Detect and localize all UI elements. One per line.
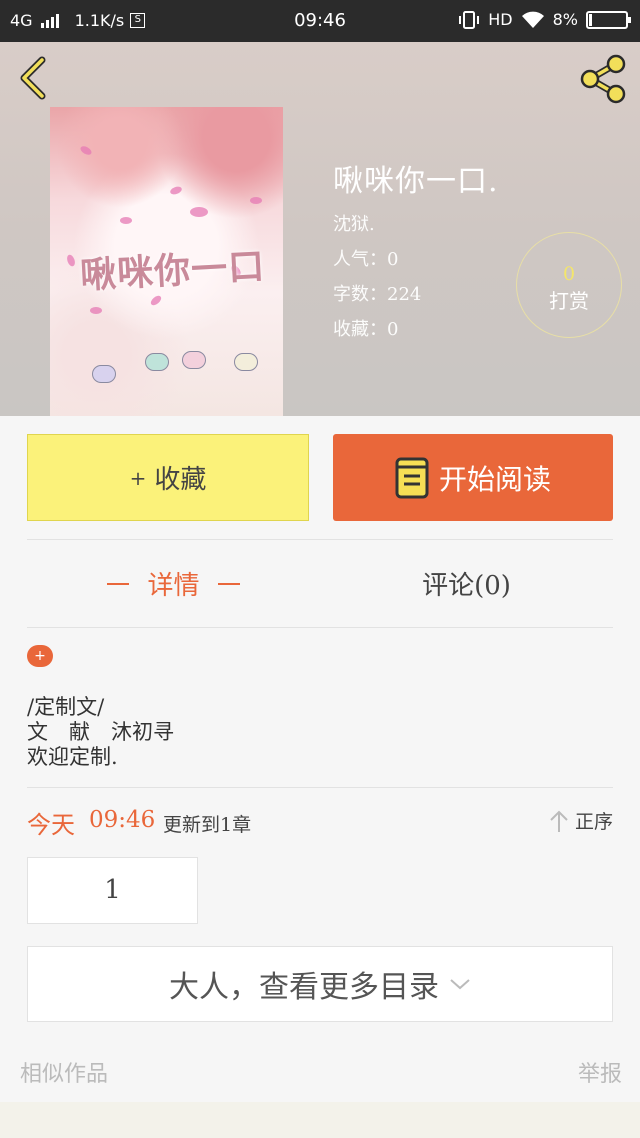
hd-indicator: HD [488,10,513,29]
petal [120,217,132,224]
tab-indicator-left [107,582,130,585]
book-favorites: 收藏：0 [333,319,399,340]
update-text: 更新到1章 [163,814,252,836]
petal [65,253,77,268]
tip-button[interactable]: 0 打赏 [516,232,622,338]
collect-label: 收藏 [154,465,207,495]
battery-icon [586,10,631,29]
more-chapters-button[interactable]: 大人，查看更多目录 [27,946,613,1022]
tip-label: 打赏 [549,289,589,313]
tab-comment[interactable]: 评论(0) [320,540,613,627]
book-icon [395,457,429,498]
divider [27,627,613,628]
chevron-down-icon [450,979,470,990]
macaron [92,365,116,383]
book-popularity: 人气：0 [333,249,399,270]
book-author[interactable]: 沈狱. [333,210,499,236]
book-cover[interactable]: 啾咪你一口 [50,107,283,416]
cover-title: 啾咪你一口 [79,245,267,297]
update-day: 今天 [27,811,75,839]
collect-button[interactable]: + 收藏 [27,434,309,521]
tab-comment-label: 评论(0) [422,571,511,601]
more-chapters-label: 大人，查看更多目录 [169,970,439,1005]
status-right: HD 8% [458,10,631,29]
bottom-strip [0,1102,640,1138]
start-reading-label: 开始阅读 [438,462,551,496]
plus-icon: + [129,465,147,490]
macaron [182,351,206,369]
share-button[interactable] [578,54,628,104]
update-info: 今天 09:46 更新到1章 正序 [27,805,613,839]
arrow-up-icon [550,810,568,832]
tab-detail[interactable]: 详情 [27,540,320,627]
macaron [234,353,258,371]
battery-percent: 8% [552,10,578,29]
petal [90,307,102,314]
petal [190,207,208,217]
book-word-count: 字数：224 [333,284,422,305]
back-button[interactable] [16,56,50,100]
tab-detail-label: 详情 [147,571,200,601]
divider [27,787,613,788]
chapter-item[interactable]: 1 [27,857,198,924]
book-header: 啾咪你一口 啾咪你一口. 沈狱. 人气：0 字数：224 收藏：0 0 打赏 [0,42,640,416]
petal [149,293,163,308]
sort-order-label: 正序 [574,811,613,833]
sort-order-button[interactable]: 正序 [549,807,613,834]
book-description: /定制文/ 文 献 沐初寻 欢迎定制. [27,695,174,769]
status-bar: 4G 1.1K/s S 09:46 HD 8% [0,0,640,42]
update-time: 09:46 [89,807,156,833]
vibrate-icon [459,10,480,29]
wifi-icon [521,11,544,28]
tip-count: 0 [562,263,576,285]
start-reading-button[interactable]: 开始阅读 [333,434,613,521]
tab-indicator-right [217,582,240,585]
petal [169,185,183,196]
battery-fill [589,13,592,26]
petal [79,144,93,157]
expand-description-button[interactable]: + [27,645,53,667]
book-title: 啾咪你一口. [333,164,499,199]
macaron [145,353,169,371]
tab-bar: 详情 评论(0) [27,540,613,627]
book-info: 啾咪你一口. 沈狱. 人气：0 字数：224 收藏：0 [333,156,499,350]
similar-works-link[interactable]: 相似作品 [20,1056,108,1088]
petal [250,197,262,204]
report-link[interactable]: 举报 [578,1056,622,1088]
